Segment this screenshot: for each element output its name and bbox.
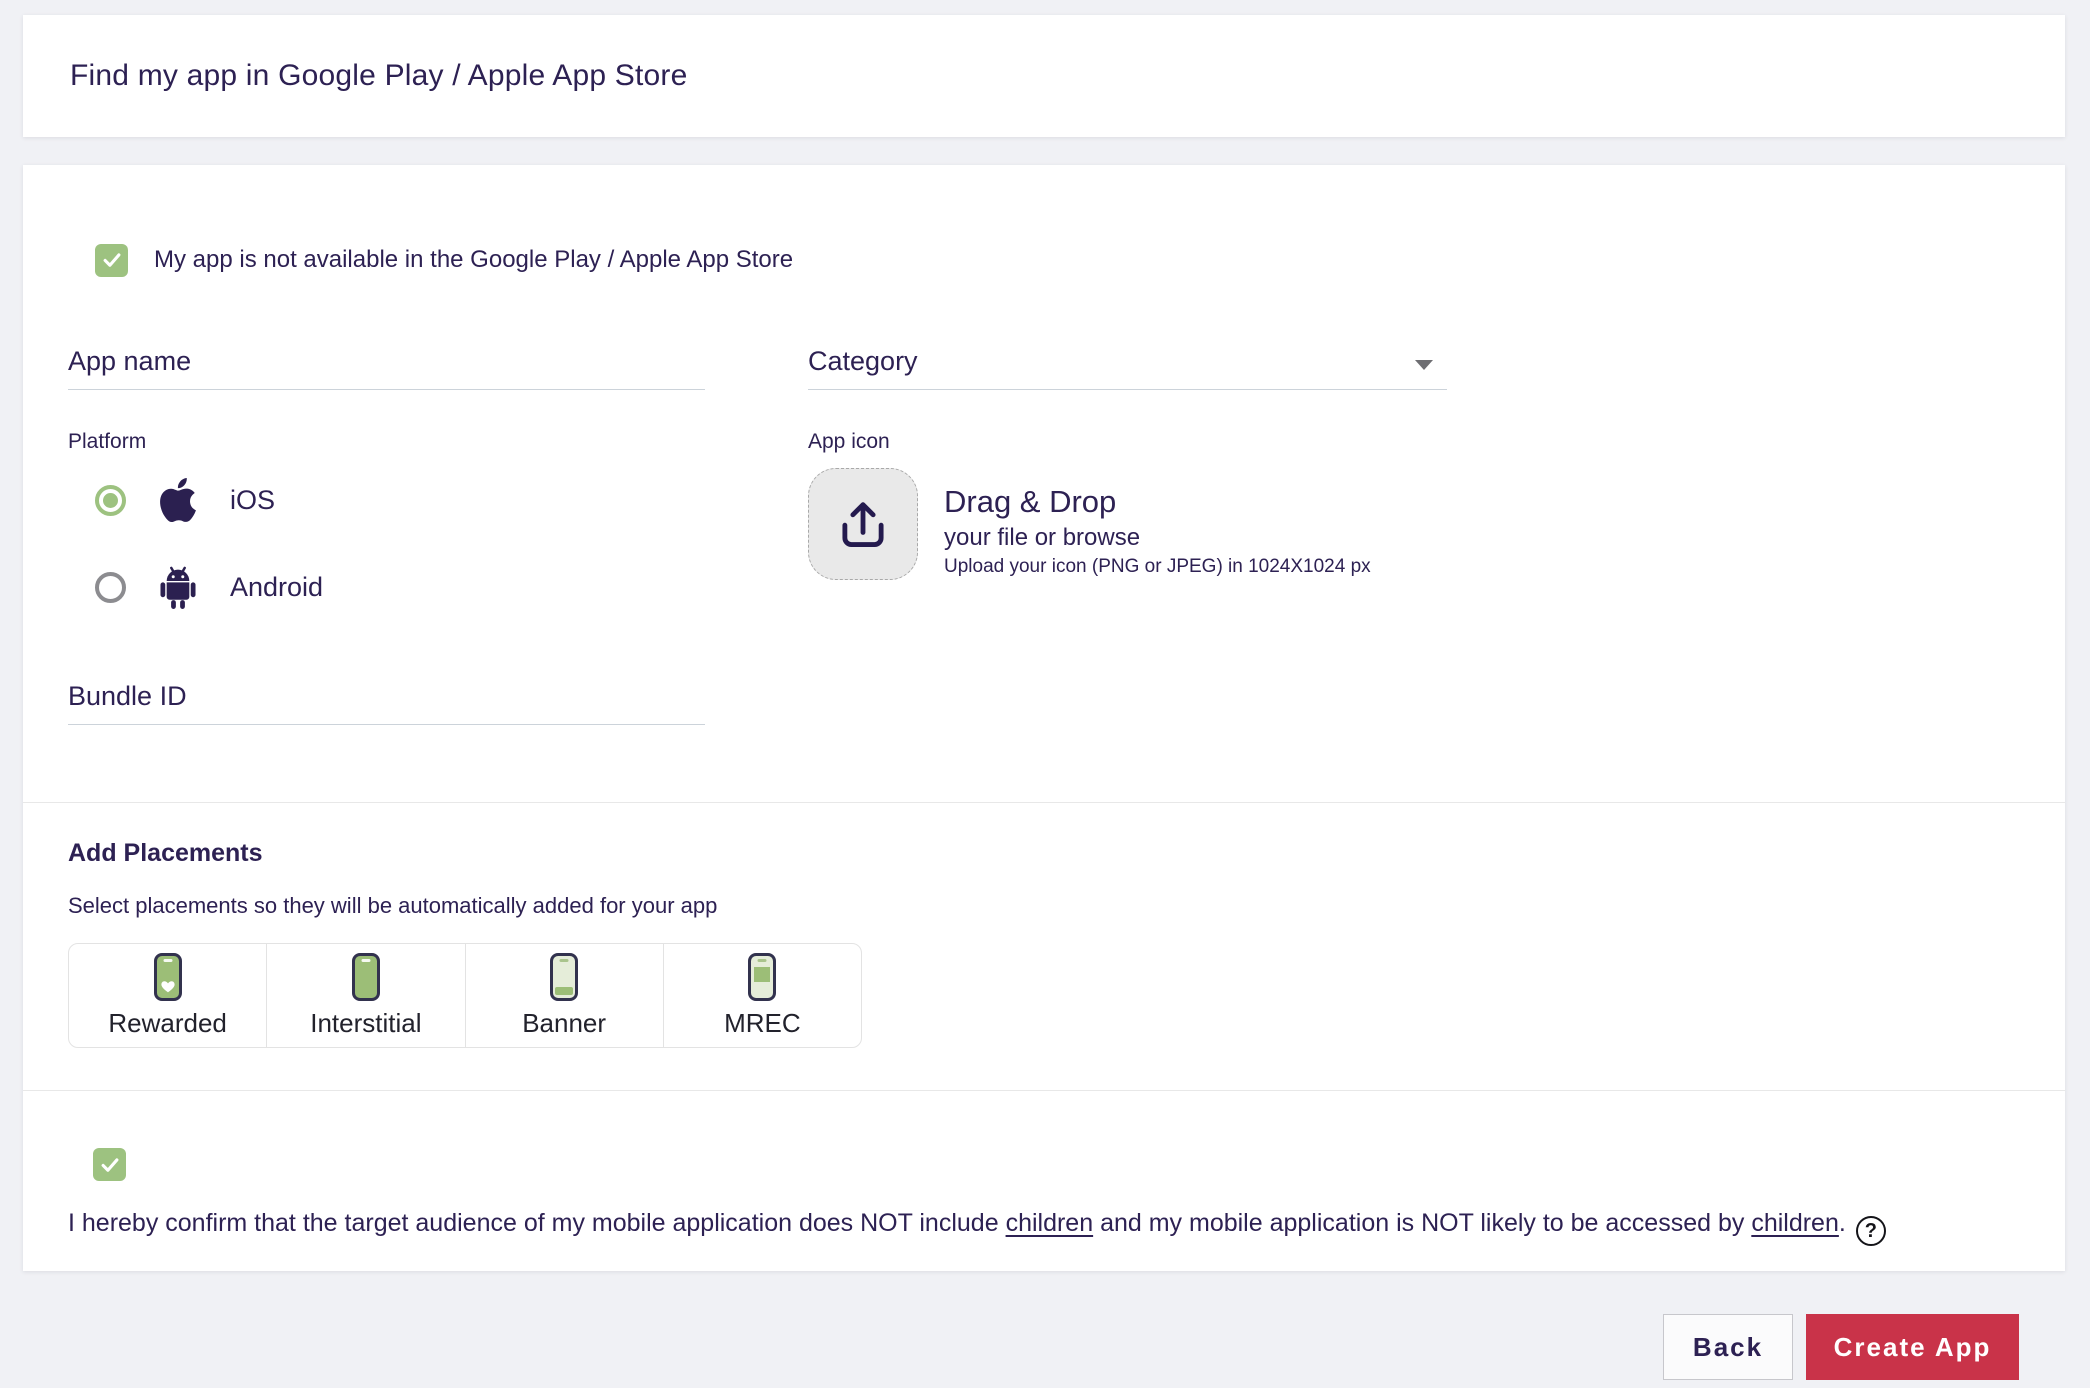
placement-interstitial[interactable]: Interstitial bbox=[266, 944, 464, 1047]
app-icon-dropzone[interactable] bbox=[808, 468, 918, 580]
placement-label: Interstitial bbox=[310, 1008, 421, 1039]
upload-instructions: Drag & Drop your file or browse Upload y… bbox=[944, 468, 1371, 580]
phone-interstitial-icon bbox=[352, 953, 380, 1001]
form-actions: Back Create App bbox=[0, 1314, 2019, 1380]
children-link-1[interactable]: children bbox=[1006, 1209, 1094, 1237]
phone-rewarded-icon bbox=[154, 953, 182, 1001]
android-icon bbox=[156, 564, 200, 610]
section-divider bbox=[23, 1090, 2065, 1091]
store-availability-row: My app is not available in the Google Pl… bbox=[68, 235, 793, 285]
apple-icon bbox=[156, 477, 200, 523]
dropzone-subtitle: your file or browse bbox=[944, 522, 1371, 554]
app-name-input[interactable] bbox=[68, 346, 705, 389]
app-name-field bbox=[68, 335, 705, 390]
page-title: Find my app in Google Play / Apple App S… bbox=[70, 59, 688, 93]
ios-label: iOS bbox=[230, 485, 275, 516]
create-app-form-card: My app is not available in the Google Pl… bbox=[23, 165, 2065, 1271]
create-app-button[interactable]: Create App bbox=[1806, 1314, 2019, 1380]
placement-label: Banner bbox=[522, 1008, 606, 1039]
confirm-text-3: . bbox=[1839, 1209, 1846, 1237]
dropzone-hint: Upload your icon (PNG or JPEG) in 1024X1… bbox=[944, 554, 1371, 580]
ios-radio[interactable] bbox=[95, 485, 126, 516]
android-label: Android bbox=[230, 572, 323, 603]
section-divider bbox=[23, 802, 2065, 803]
chevron-down-icon bbox=[1415, 360, 1433, 370]
back-button[interactable]: Back bbox=[1663, 1314, 1793, 1380]
placements-subtitle: Select placements so they will be automa… bbox=[68, 893, 717, 919]
confirm-text-2: and my mobile application is NOT likely … bbox=[1093, 1209, 1751, 1237]
check-icon bbox=[101, 249, 123, 271]
platform-option-android[interactable]: Android bbox=[68, 562, 323, 612]
coppa-confirm-text: I hereby confirm that the target audienc… bbox=[68, 1205, 2053, 1246]
app-icon-upload-row: Drag & Drop your file or browse Upload y… bbox=[808, 468, 1371, 580]
android-radio[interactable] bbox=[95, 572, 126, 603]
phone-mrec-icon bbox=[748, 953, 776, 1001]
children-link-2[interactable]: children bbox=[1751, 1209, 1839, 1237]
bundle-id-field bbox=[68, 670, 705, 725]
bundle-id-input[interactable] bbox=[68, 681, 705, 724]
help-icon[interactable]: ? bbox=[1856, 1216, 1886, 1246]
placements-list: Rewarded Interstitial Banner MREC bbox=[68, 943, 862, 1048]
category-select[interactable]: Category bbox=[808, 335, 1447, 390]
app-icon-label: App icon bbox=[808, 430, 890, 454]
phone-banner-icon bbox=[550, 953, 578, 1001]
check-icon bbox=[99, 1154, 121, 1176]
placement-mrec[interactable]: MREC bbox=[663, 944, 861, 1047]
not-available-checkbox[interactable] bbox=[95, 244, 128, 277]
placements-title: Add Placements bbox=[68, 839, 263, 868]
category-placeholder: Category bbox=[808, 346, 918, 389]
confirm-text-1: I hereby confirm that the target audienc… bbox=[68, 1209, 1006, 1237]
not-available-label: My app is not available in the Google Pl… bbox=[154, 246, 793, 274]
placement-banner[interactable]: Banner bbox=[465, 944, 663, 1047]
coppa-confirm-checkbox[interactable] bbox=[93, 1148, 126, 1181]
heart-icon bbox=[161, 980, 175, 993]
header-bar: Find my app in Google Play / Apple App S… bbox=[23, 15, 2065, 137]
platform-option-ios[interactable]: iOS bbox=[68, 475, 275, 525]
placement-label: Rewarded bbox=[108, 1008, 227, 1039]
dropzone-title: Drag & Drop bbox=[944, 482, 1371, 522]
placement-rewarded[interactable]: Rewarded bbox=[69, 944, 266, 1047]
placement-label: MREC bbox=[724, 1008, 801, 1039]
upload-icon bbox=[834, 495, 892, 553]
platform-label: Platform bbox=[68, 430, 146, 454]
